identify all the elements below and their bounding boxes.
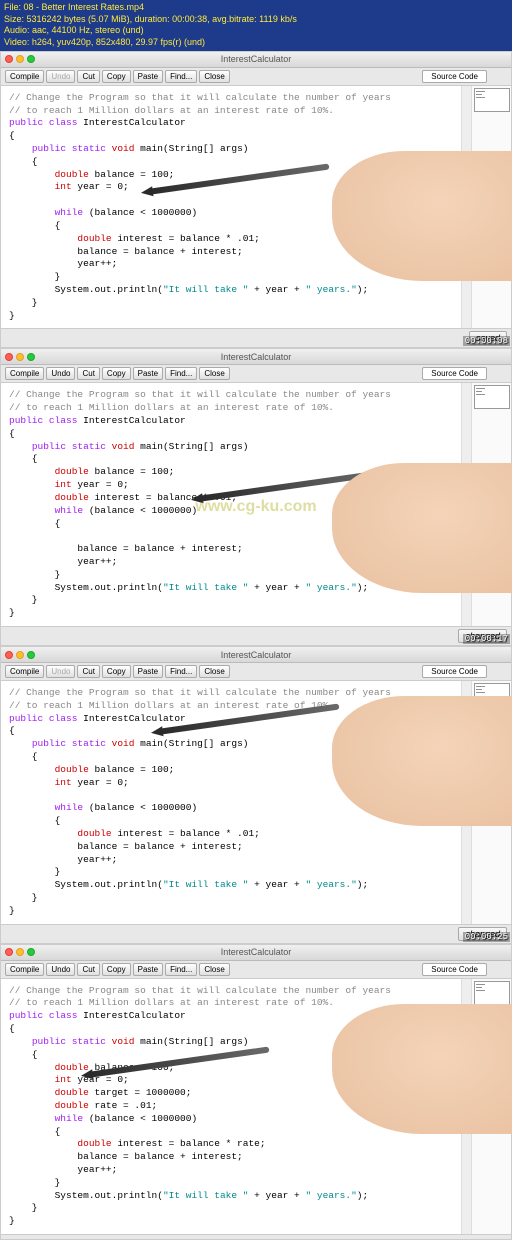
copy-button[interactable]: Copy <box>102 665 131 678</box>
editor-footer: changed <box>1 924 511 943</box>
window-title: InterestCalculator <box>221 352 292 362</box>
find-button[interactable]: Find... <box>165 70 197 83</box>
maximize-icon[interactable] <box>27 353 35 361</box>
close-icon[interactable] <box>5 948 13 956</box>
video-info: Video: h264, yuv420p, 852x480, 29.97 fps… <box>4 37 508 49</box>
maximize-icon[interactable] <box>27 948 35 956</box>
code-editor[interactable]: // Change the Program so that it will ca… <box>1 681 461 924</box>
editor-panel-3: InterestCalculator Compile Undo Cut Copy… <box>0 646 512 944</box>
minimap[interactable]: ▬▬▬▬▬▬▬▬ <box>471 86 511 329</box>
scrollbar[interactable] <box>461 979 471 1234</box>
close-button[interactable]: Close <box>199 70 229 83</box>
undo-button[interactable]: Undo <box>46 963 75 976</box>
compile-button[interactable]: Compile <box>5 963 44 976</box>
cut-button[interactable]: Cut <box>77 963 99 976</box>
copy-button[interactable]: Copy <box>102 367 131 380</box>
window-titlebar: InterestCalculator <box>1 945 511 961</box>
paste-button[interactable]: Paste <box>133 963 163 976</box>
paste-button[interactable]: Paste <box>133 665 163 678</box>
close-button[interactable]: Close <box>199 963 229 976</box>
window-title: InterestCalculator <box>221 947 292 957</box>
close-button[interactable]: Close <box>199 367 229 380</box>
timestamp: 00:00:08 <box>463 336 510 346</box>
close-button[interactable]: Close <box>199 665 229 678</box>
editor-footer: saved <box>1 328 511 347</box>
close-icon[interactable] <box>5 651 13 659</box>
audio-info: Audio: aac, 44100 Hz, stereo (und) <box>4 25 508 37</box>
find-button[interactable]: Find... <box>165 367 197 380</box>
code-editor[interactable]: // Change the Program so that it will ca… <box>1 979 461 1234</box>
close-icon[interactable] <box>5 353 13 361</box>
undo-button[interactable]: Undo <box>46 70 75 83</box>
maximize-icon[interactable] <box>27 651 35 659</box>
compile-button[interactable]: Compile <box>5 70 44 83</box>
minimap[interactable]: ▬▬▬▬▬▬▬▬ <box>471 979 511 1234</box>
editor-footer: changed <box>1 626 511 645</box>
source-code-tab[interactable]: Source Code <box>422 665 487 678</box>
minimize-icon[interactable] <box>16 55 24 63</box>
compile-button[interactable]: Compile <box>5 367 44 380</box>
paste-button[interactable]: Paste <box>133 70 163 83</box>
toolbar: Compile Undo Cut Copy Paste Find... Clos… <box>1 68 511 86</box>
scrollbar[interactable] <box>461 681 471 924</box>
window-titlebar: InterestCalculator <box>1 52 511 68</box>
copy-button[interactable]: Copy <box>102 963 131 976</box>
paste-button[interactable]: Paste <box>133 367 163 380</box>
window-title: InterestCalculator <box>221 54 292 64</box>
editor-panel-1: InterestCalculator Compile Undo Cut Copy… <box>0 51 512 349</box>
file-info: File: 08 - Better Interest Rates.mp4 <box>4 2 508 14</box>
undo-button[interactable]: Undo <box>46 367 75 380</box>
source-code-tab[interactable]: Source Code <box>422 963 487 976</box>
editor-footer <box>1 1234 511 1239</box>
minimize-icon[interactable] <box>16 948 24 956</box>
minimize-icon[interactable] <box>16 353 24 361</box>
close-icon[interactable] <box>5 55 13 63</box>
compile-button[interactable]: Compile <box>5 665 44 678</box>
timestamp: 00:00:25 <box>463 932 510 942</box>
timestamp: 00:00:17 <box>463 634 510 644</box>
source-code-tab[interactable]: Source Code <box>422 367 487 380</box>
cut-button[interactable]: Cut <box>77 665 99 678</box>
find-button[interactable]: Find... <box>165 963 197 976</box>
source-code-tab[interactable]: Source Code <box>422 70 487 83</box>
undo-button[interactable]: Undo <box>46 665 75 678</box>
minimap[interactable]: ▬▬▬▬▬▬▬▬ <box>471 681 511 924</box>
cut-button[interactable]: Cut <box>77 367 99 380</box>
copy-button[interactable]: Copy <box>102 70 131 83</box>
maximize-icon[interactable] <box>27 55 35 63</box>
scrollbar[interactable] <box>461 86 471 329</box>
media-info-header: File: 08 - Better Interest Rates.mp4 Siz… <box>0 0 512 51</box>
editor-panel-2: InterestCalculator Compile Undo Cut Copy… <box>0 348 512 646</box>
scrollbar[interactable] <box>461 383 471 626</box>
size-info: Size: 5316242 bytes (5.07 MiB), duration… <box>4 14 508 26</box>
window-titlebar: InterestCalculator <box>1 349 511 365</box>
find-button[interactable]: Find... <box>165 665 197 678</box>
minimize-icon[interactable] <box>16 651 24 659</box>
minimap[interactable]: ▬▬▬▬▬▬▬▬ <box>471 383 511 626</box>
toolbar: Compile Undo Cut Copy Paste Find... Clos… <box>1 663 511 681</box>
toolbar: Compile Undo Cut Copy Paste Find... Clos… <box>1 365 511 383</box>
code-editor[interactable]: // Change the Program so that it will ca… <box>1 86 461 329</box>
window-titlebar: InterestCalculator <box>1 647 511 663</box>
editor-panel-4: InterestCalculator Compile Undo Cut Copy… <box>0 944 512 1240</box>
toolbar: Compile Undo Cut Copy Paste Find... Clos… <box>1 961 511 979</box>
window-title: InterestCalculator <box>221 650 292 660</box>
cut-button[interactable]: Cut <box>77 70 99 83</box>
code-editor[interactable]: // Change the Program so that it will ca… <box>1 383 461 626</box>
